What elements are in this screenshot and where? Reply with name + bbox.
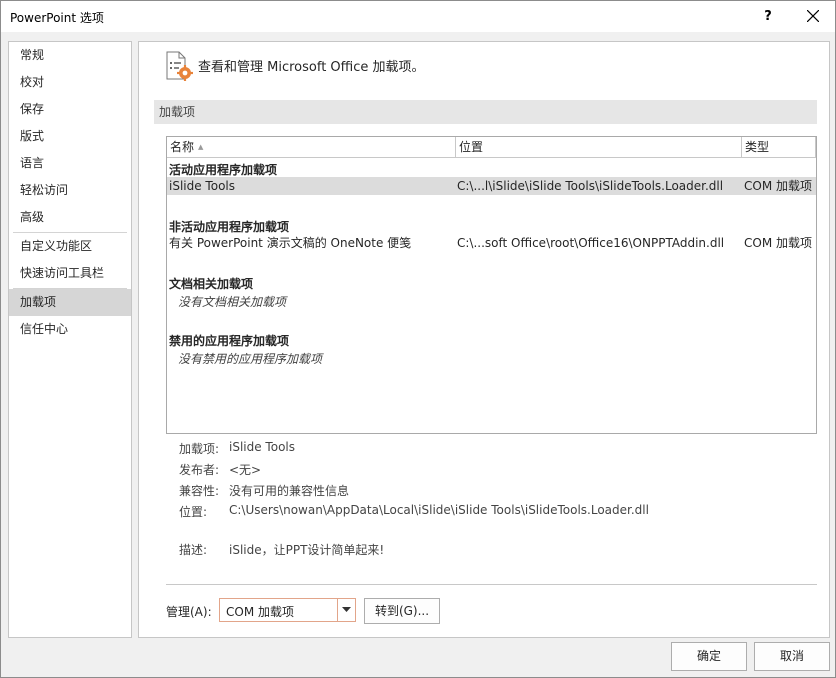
addins-settings-icon bbox=[164, 51, 194, 81]
chevron-down-icon bbox=[342, 607, 351, 612]
manage-select-dropdown[interactable] bbox=[337, 599, 355, 621]
group-inactive-addins: 非活动应用程序加载项 bbox=[169, 220, 290, 234]
column-header-name-label: 名称 bbox=[170, 140, 195, 154]
detail-compat-value: 没有可用的兼容性信息 bbox=[229, 484, 350, 498]
empty-disabled-addins: 没有禁用的应用程序加载项 bbox=[178, 352, 323, 366]
sidebar-item-accessibility[interactable]: 轻松访问 bbox=[9, 177, 131, 204]
panel-header: 查看和管理 Microsoft Office 加载项。 bbox=[198, 60, 425, 75]
sidebar-item-proofing[interactable]: 校对 bbox=[9, 69, 131, 96]
group-active-addins: 活动应用程序加载项 bbox=[169, 163, 278, 177]
close-button[interactable] bbox=[791, 1, 835, 32]
addins-panel: 查看和管理 Microsoft Office 加载项。 加载项 名称 ▲ 位置 类… bbox=[138, 41, 830, 638]
sidebar-item-language[interactable]: 语言 bbox=[9, 150, 131, 177]
column-header-name[interactable]: 名称 ▲ bbox=[167, 137, 456, 158]
category-sidebar: 常规 校对 保存 版式 语言 轻松访问 高级 自定义功能区 快速访问工具栏 加载… bbox=[8, 41, 132, 638]
section-title: 加载项 bbox=[154, 100, 817, 124]
sort-ascending-icon: ▲ bbox=[198, 143, 204, 151]
group-disabled-addins: 禁用的应用程序加载项 bbox=[169, 334, 290, 348]
detail-addin-value: iSlide Tools bbox=[229, 440, 295, 454]
sidebar-item-save[interactable]: 保存 bbox=[9, 96, 131, 123]
group-document-addins: 文档相关加载项 bbox=[169, 277, 254, 291]
close-icon bbox=[807, 10, 819, 22]
ok-button[interactable]: 确定 bbox=[671, 642, 747, 671]
detail-addin-label: 加载项: bbox=[179, 442, 220, 456]
addin-type: COM 加载项 bbox=[744, 179, 812, 193]
options-dialog: PowerPoint 选项 ? 常规 校对 保存 版式 语言 轻松访问 高级 自… bbox=[0, 0, 836, 678]
addin-name: 有关 PowerPoint 演示文稿的 OneNote 便笺 bbox=[169, 236, 412, 250]
detail-publisher-value: <无> bbox=[229, 463, 262, 477]
sidebar-item-general[interactable]: 常规 bbox=[9, 42, 131, 69]
detail-location-value: C:\Users\nowan\AppData\Local\iSlide\iSli… bbox=[229, 503, 649, 517]
addin-name: iSlide Tools bbox=[169, 179, 235, 193]
sidebar-item-layout[interactable]: 版式 bbox=[9, 123, 131, 150]
cancel-button[interactable]: 取消 bbox=[754, 642, 830, 671]
column-header-type[interactable]: 类型 bbox=[742, 137, 816, 158]
addin-location: C:\...soft Office\root\Office16\ONPPTAdd… bbox=[457, 236, 725, 250]
manage-select-value: COM 加载项 bbox=[226, 605, 294, 619]
manage-select[interactable]: COM 加载项 bbox=[219, 598, 356, 622]
addins-list[interactable]: 名称 ▲ 位置 类型 活动应用程序加载项 iSlide Tools C:\...l… bbox=[166, 136, 817, 434]
sidebar-item-quick-access-toolbar[interactable]: 快速访问工具栏 bbox=[9, 260, 131, 287]
empty-document-addins: 没有文档相关加载项 bbox=[178, 295, 287, 309]
manage-label: 管理(A): bbox=[166, 605, 212, 619]
addin-type: COM 加载项 bbox=[744, 236, 812, 250]
detail-publisher-label: 发布者: bbox=[179, 463, 220, 477]
sidebar-item-trust-center[interactable]: 信任中心 bbox=[9, 316, 131, 343]
sidebar-item-addins[interactable]: 加载项 bbox=[9, 289, 131, 316]
table-row[interactable]: iSlide Tools C:\...l\iSlide\iSlide Tools… bbox=[167, 177, 816, 195]
help-button[interactable]: ? bbox=[753, 1, 783, 32]
column-header-location[interactable]: 位置 bbox=[456, 137, 742, 158]
window-title: PowerPoint 选项 bbox=[10, 11, 104, 25]
divider bbox=[166, 584, 817, 585]
goto-button[interactable]: 转到(G)... bbox=[364, 598, 440, 624]
detail-desc-label: 描述: bbox=[179, 543, 208, 557]
detail-compat-label: 兼容性: bbox=[179, 484, 220, 498]
title-bar: PowerPoint 选项 ? bbox=[1, 1, 835, 32]
detail-location-label: 位置: bbox=[179, 505, 208, 519]
addin-location: C:\...l\iSlide\iSlide Tools\iSlideTools.… bbox=[457, 179, 724, 193]
detail-desc-value: iSlide，让PPT设计简单起来! bbox=[229, 543, 385, 557]
sidebar-item-advanced[interactable]: 高级 bbox=[9, 204, 131, 231]
table-row[interactable]: 有关 PowerPoint 演示文稿的 OneNote 便笺 C:\...sof… bbox=[167, 234, 816, 252]
sidebar-item-customize-ribbon[interactable]: 自定义功能区 bbox=[9, 233, 131, 260]
